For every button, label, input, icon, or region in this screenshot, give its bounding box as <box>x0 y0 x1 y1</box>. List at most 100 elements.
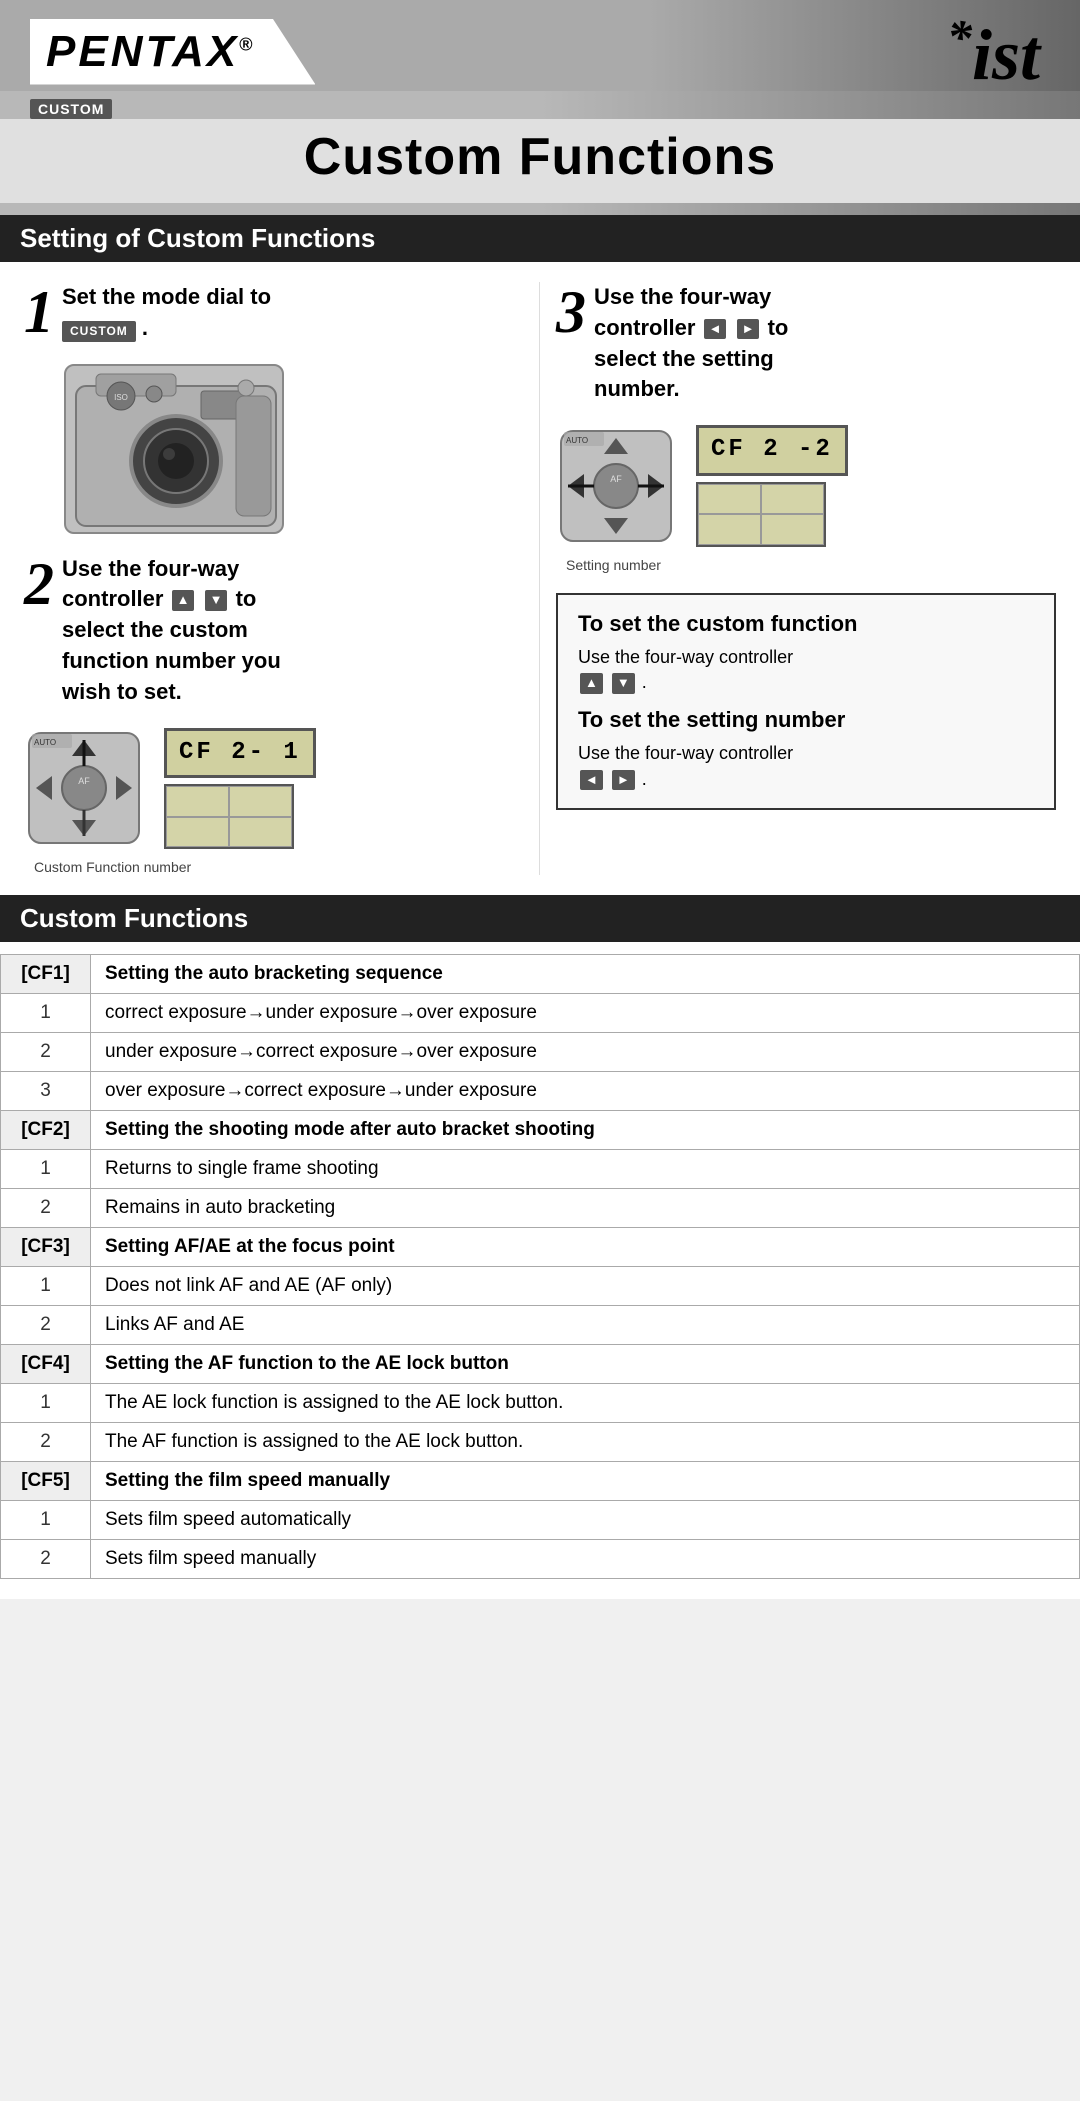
table-row: 2 Links AF and AE <box>1 1306 1080 1345</box>
step3-arrow-left: ◄ <box>704 319 727 339</box>
step3-text-l4: select the setting <box>594 346 774 371</box>
infobox-arrow-right: ► <box>612 770 635 790</box>
infobox-text1: Use the four-way controller ▲ ▼ . <box>578 645 1034 695</box>
step2-controller-wrapper: AF AUTO CF 2- 1 <box>24 728 523 850</box>
lcd-cell-8 <box>761 514 824 545</box>
step3-text-l5: number. <box>594 376 680 401</box>
controller-svg-step3: AF AUTO <box>556 426 676 546</box>
step2-text-l1: Use the four-way <box>62 556 239 581</box>
page-title: Custom Functions <box>0 119 1080 203</box>
step2-text-l2: controller <box>62 586 163 611</box>
section2-header: Custom Functions <box>0 895 1080 942</box>
cf-value: The AE lock function is assigned to the … <box>91 1384 1080 1423</box>
cf-num: 1 <box>1 1384 91 1423</box>
lcd-cell-5 <box>698 484 761 515</box>
infobox-arrow-down: ▼ <box>612 673 635 693</box>
step3-number: 3 <box>556 282 586 342</box>
camera-svg: ISO <box>66 366 284 534</box>
step3-text-l1: Use the four-way <box>594 284 771 309</box>
step2-number: 2 <box>24 554 54 614</box>
svg-text:AUTO: AUTO <box>566 436 588 445</box>
ist-star: * <box>947 9 972 65</box>
table-row: [CF5] Setting the film speed manually <box>1 1462 1080 1501</box>
step3-caption: Setting number <box>566 557 1056 573</box>
lcd-cell-3 <box>166 817 229 848</box>
cf-num: 2 <box>1 1540 91 1579</box>
table-row: [CF1] Setting the auto bracketing sequen… <box>1 955 1080 994</box>
cf-description: Setting AF/AE at the focus point <box>91 1228 1080 1267</box>
custom-badge: CUSTOM <box>30 99 112 119</box>
step3-arrow-right: ► <box>737 319 760 339</box>
step2-lcd-wrapper: CF 2- 1 <box>164 728 316 850</box>
table-row: 2 Remains in auto bracketing <box>1 1189 1080 1228</box>
step-left-col: 1 Set the mode dial to CUSTOM . <box>24 282 540 875</box>
steps-grid: 1 Set the mode dial to CUSTOM . <box>0 262 1080 895</box>
step3-lcd-wrapper: CF 2 -2 <box>696 425 848 547</box>
cf-description: Setting the auto bracketing sequence <box>91 955 1080 994</box>
infobox-text2-content: Use the four-way controller <box>578 743 793 763</box>
lcd-cell-4 <box>229 817 292 848</box>
step2-arrow-up: ▲ <box>172 590 195 610</box>
svg-text:AUTO: AUTO <box>34 738 56 747</box>
registered-mark: ® <box>239 34 255 54</box>
step3-controller-wrapper: AF AUTO CF 2 -2 <box>556 425 1056 547</box>
step3-text-l3: to <box>768 315 789 340</box>
cf-num: 3 <box>1 1072 91 1111</box>
cf-num: 2 <box>1 1189 91 1228</box>
step2-text-l6: wish to set. <box>62 679 182 704</box>
step2-lcd: CF 2- 1 <box>164 728 316 779</box>
step2-text-l3: to <box>236 586 257 611</box>
cf-num: 1 <box>1 994 91 1033</box>
ist-logo-area: *ist <box>947 12 1040 91</box>
table-row: 1 Does not link AF and AE (AF only) <box>1 1267 1080 1306</box>
infobox-arrow-left: ◄ <box>580 770 603 790</box>
cf-label: [CF2] <box>1 1111 91 1150</box>
cf-label: [CF4] <box>1 1345 91 1384</box>
table-row: 1 The AE lock function is assigned to th… <box>1 1384 1080 1423</box>
step3: 3 Use the four-way controller ◄ ► to sel… <box>556 282 1056 573</box>
table-row: 1 Returns to single frame shooting <box>1 1150 1080 1189</box>
step1-badge: CUSTOM <box>62 321 136 342</box>
pentax-logo-block: PENTAX® <box>30 19 315 85</box>
cf-value: Sets film speed automatically <box>91 1501 1080 1540</box>
step2-arrow-down: ▼ <box>205 590 228 610</box>
cf-label: [CF1] <box>1 955 91 994</box>
step2-text: Use the four-way controller ▲ ▼ to selec… <box>62 554 281 708</box>
step1-text-after: . <box>142 315 148 340</box>
cf-num: 2 <box>1 1306 91 1345</box>
svg-text:AF: AF <box>78 776 90 786</box>
step1: 1 Set the mode dial to CUSTOM . <box>24 282 523 534</box>
section1-header: Setting of Custom Functions <box>0 215 1080 262</box>
step3-text-l2: controller <box>594 315 695 340</box>
step1-header: 1 Set the mode dial to CUSTOM . <box>24 282 523 354</box>
table-row: [CF4] Setting the AF function to the AE … <box>1 1345 1080 1384</box>
step2-caption: Custom Function number <box>34 859 523 875</box>
brand-text: PENTAX <box>46 27 239 76</box>
svg-text:ISO: ISO <box>114 393 128 402</box>
cf-num: 2 <box>1 1423 91 1462</box>
step2: 2 Use the four-way controller ▲ ▼ to sel… <box>24 554 523 876</box>
step2-text-l4: select the custom <box>62 617 248 642</box>
infobox-title1: To set the custom function <box>578 611 1034 637</box>
cf-value: Returns to single frame shooting <box>91 1150 1080 1189</box>
cf-value: Remains in auto bracketing <box>91 1189 1080 1228</box>
cf-value: over exposure→correct exposure→under exp… <box>91 1072 1080 1111</box>
infobox-text1-content: Use the four-way controller <box>578 647 793 667</box>
steps-content: 1 Set the mode dial to CUSTOM . <box>0 262 1080 895</box>
step3-controller-diagram: AF AUTO <box>556 426 676 546</box>
step1-text-line1: Set the mode dial to <box>62 284 271 309</box>
step2-controller-diagram: AF AUTO <box>24 728 144 848</box>
infobox-suffix2: . <box>642 769 647 789</box>
step2-text-l5: function number you <box>62 648 281 673</box>
svg-text:AF: AF <box>610 474 622 484</box>
controller-svg-step2: AF AUTO <box>24 728 144 848</box>
cf-table-body: [CF1] Setting the auto bracketing sequen… <box>1 955 1080 1579</box>
cf-description: Setting the film speed manually <box>91 1462 1080 1501</box>
cf-description: Setting the AF function to the AE lock b… <box>91 1345 1080 1384</box>
table-row: 2 under exposure→correct exposure→over e… <box>1 1033 1080 1072</box>
table-row: [CF3] Setting AF/AE at the focus point <box>1 1228 1080 1267</box>
cf-value: Does not link AF and AE (AF only) <box>91 1267 1080 1306</box>
table-row: 2 The AF function is assigned to the AE … <box>1 1423 1080 1462</box>
cf-table: [CF1] Setting the auto bracketing sequen… <box>0 954 1080 1579</box>
infobox-title2: To set the setting number <box>578 707 1034 733</box>
